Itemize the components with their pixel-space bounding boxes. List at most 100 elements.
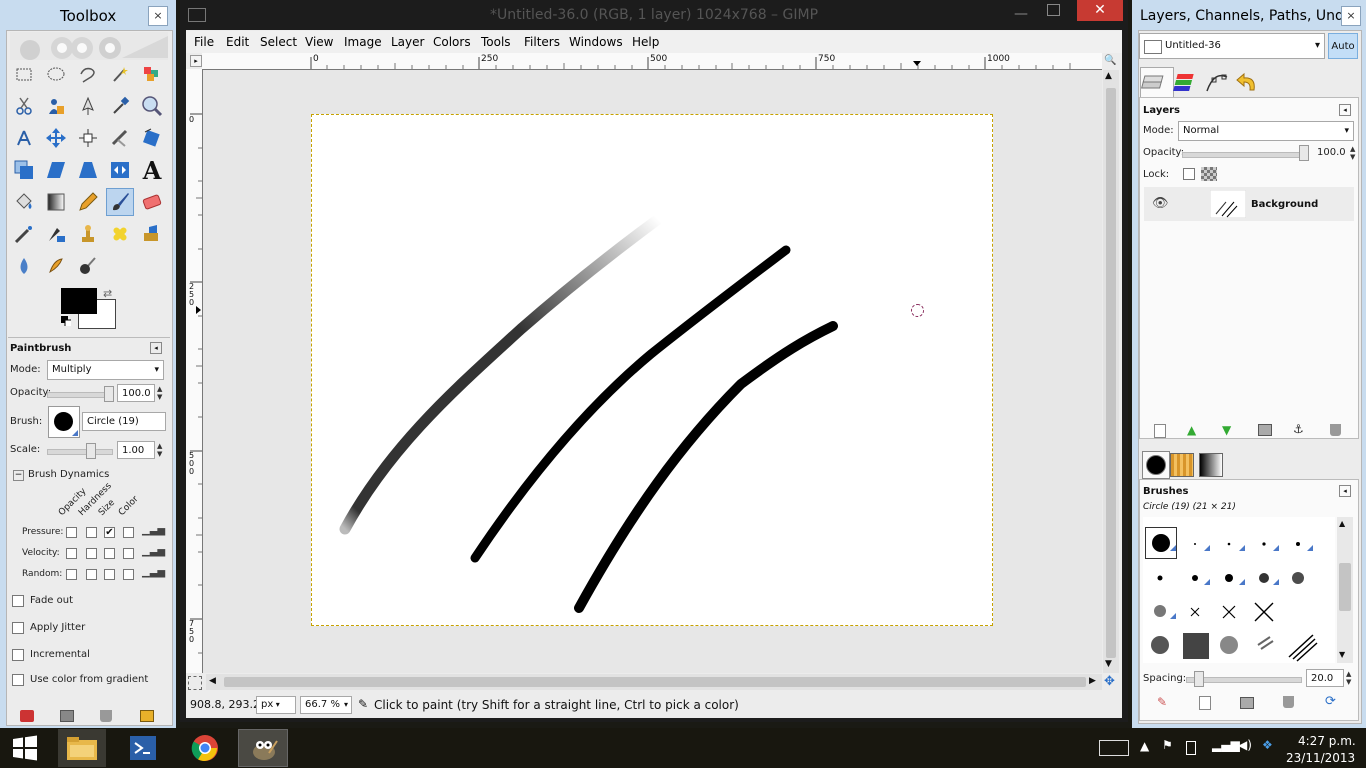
color-picker-tool-icon[interactable]: [106, 92, 134, 120]
scale-spin-icon[interactable]: ▲ ▼: [157, 442, 162, 458]
scissors-select-tool-icon[interactable]: [10, 92, 38, 120]
scale-slider-handle[interactable]: [86, 443, 96, 459]
pressure-curve-icon[interactable]: ▁▃▅: [142, 525, 165, 536]
random-size-checkbox[interactable]: [104, 569, 115, 580]
eye-visibility-icon[interactable]: 👁: [1152, 196, 1169, 211]
pressure-size-checkbox[interactable]: ✔: [104, 527, 115, 538]
menu-help[interactable]: Help: [632, 35, 659, 49]
select-by-color-tool-icon[interactable]: [138, 60, 166, 88]
scale-tool-icon[interactable]: [10, 156, 38, 184]
heal-tool-icon[interactable]: [106, 220, 134, 248]
refresh-brushes-icon[interactable]: ⟳: [1325, 694, 1336, 709]
layer-opacity-slider[interactable]: [1182, 152, 1308, 158]
save-options-icon[interactable]: [20, 710, 34, 722]
velocity-opacity-checkbox[interactable]: [66, 548, 77, 559]
raise-layer-icon[interactable]: ▲: [1187, 423, 1196, 437]
scroll-right-icon[interactable]: ▶: [1089, 676, 1096, 686]
align-tool-icon[interactable]: [74, 124, 102, 152]
delete-brush-icon[interactable]: [1283, 696, 1294, 708]
zoom-select[interactable]: 66.7 % ▾: [300, 696, 352, 714]
apply-jitter-checkbox[interactable]: [12, 622, 24, 634]
brushes-scroll-up-icon[interactable]: ▲: [1339, 519, 1345, 528]
move-tool-icon[interactable]: [42, 124, 70, 152]
pressure-color-checkbox[interactable]: [123, 527, 134, 538]
volume-icon[interactable]: ◀): [1238, 738, 1252, 752]
duplicate-brush-icon[interactable]: [1240, 697, 1254, 709]
zoom-tool-icon[interactable]: [138, 92, 166, 120]
bucket-fill-tool-icon[interactable]: [10, 188, 38, 216]
delete-layer-icon[interactable]: [1330, 424, 1341, 436]
fade-out-checkbox[interactable]: [12, 595, 24, 607]
tab-layers[interactable]: [1140, 67, 1174, 98]
zoom-follow-icon[interactable]: 🔍: [1104, 55, 1116, 66]
taskbar-powershell[interactable]: [124, 731, 160, 765]
menu-select[interactable]: Select: [260, 35, 297, 49]
image-window-close-button[interactable]: ✕: [1077, 0, 1123, 21]
new-brush-icon[interactable]: [1199, 696, 1211, 710]
menu-filters[interactable]: Filters: [524, 35, 560, 49]
menu-tools[interactable]: Tools: [481, 35, 511, 49]
anchor-layer-icon[interactable]: ⚓: [1293, 422, 1304, 436]
layers-configure-icon[interactable]: ◂: [1339, 104, 1351, 116]
dodge-burn-tool-icon[interactable]: [74, 252, 102, 280]
spacing-slider-handle[interactable]: [1194, 671, 1204, 687]
battery-icon[interactable]: [1186, 741, 1196, 755]
menu-windows[interactable]: Windows: [569, 35, 623, 49]
foreground-select-tool-icon[interactable]: [42, 92, 70, 120]
menu-layer[interactable]: Layer: [391, 35, 424, 49]
menu-file[interactable]: File: [194, 35, 214, 49]
perspective-clone-tool-icon[interactable]: [138, 220, 166, 248]
tab-patterns[interactable]: [1170, 453, 1194, 477]
velocity-size-checkbox[interactable]: [104, 548, 115, 559]
perspective-tool-icon[interactable]: [74, 156, 102, 184]
velocity-hardness-checkbox[interactable]: [86, 548, 97, 559]
taskbar-explorer[interactable]: [58, 729, 106, 767]
show-hidden-icons-icon[interactable]: ▲: [1140, 739, 1149, 753]
clone-tool-icon[interactable]: [74, 220, 102, 248]
random-color-checkbox[interactable]: [123, 569, 134, 580]
random-hardness-checkbox[interactable]: [86, 569, 97, 580]
unit-select[interactable]: px ▾: [256, 696, 296, 714]
maximize-icon[interactable]: [1047, 4, 1060, 16]
random-curve-icon[interactable]: ▁▃▅: [142, 567, 165, 578]
layer-opacity-value[interactable]: 100.0: [1317, 147, 1346, 158]
brush-grid[interactable]: [1143, 517, 1335, 663]
lower-layer-icon[interactable]: ▼: [1222, 423, 1231, 437]
opacity-input[interactable]: 100.0: [117, 384, 155, 402]
wifi-signal-icon[interactable]: ▂▄▆: [1212, 738, 1240, 752]
foreground-color-swatch[interactable]: [61, 288, 97, 314]
brushes-scroll-down-icon[interactable]: ▼: [1339, 650, 1345, 659]
spacing-spin-icon[interactable]: ▲ ▼: [1346, 670, 1351, 686]
smudge-tool-icon[interactable]: [42, 252, 70, 280]
ruler-corner-icon[interactable]: ▸: [190, 55, 202, 67]
airbrush-tool-icon[interactable]: [10, 220, 38, 248]
blend-tool-icon[interactable]: [42, 188, 70, 216]
vertical-scrollbar-thumb[interactable]: [1106, 88, 1116, 658]
clock-time[interactable]: 4:27 p.m.: [1298, 734, 1356, 748]
dock-close-button[interactable]: ×: [1341, 6, 1361, 26]
pencil-tool-icon[interactable]: [74, 188, 102, 216]
opacity-slider-handle[interactable]: [104, 386, 114, 402]
scroll-left-icon[interactable]: ◀: [209, 676, 216, 686]
brush-preview-button[interactable]: [48, 406, 80, 438]
quick-mask-icon[interactable]: [188, 676, 202, 690]
menu-view[interactable]: View: [305, 35, 333, 49]
restore-options-icon[interactable]: [60, 710, 74, 722]
scale-slider[interactable]: [47, 449, 113, 455]
tab-channels[interactable]: [1172, 69, 1202, 97]
touch-keyboard-icon[interactable]: [1099, 740, 1129, 756]
clock-date[interactable]: 23/11/2013: [1286, 751, 1355, 765]
paintbrush-tool-icon[interactable]: [106, 188, 134, 216]
shear-tool-icon[interactable]: [42, 156, 70, 184]
text-tool-icon[interactable]: A: [138, 156, 166, 185]
pressure-hardness-checkbox[interactable]: [86, 527, 97, 538]
gradient-color-checkbox[interactable]: [12, 674, 24, 686]
lock-alpha-checkbox[interactable]: [1201, 167, 1217, 181]
rotate-tool-icon[interactable]: [138, 124, 166, 152]
reset-options-icon[interactable]: [140, 710, 154, 722]
edit-brush-icon[interactable]: ✎: [1157, 695, 1167, 709]
eraser-tool-icon[interactable]: [138, 188, 166, 216]
brushes-configure-icon[interactable]: ◂: [1339, 485, 1351, 497]
velocity-curve-icon[interactable]: ▁▃▅: [142, 546, 165, 557]
pressure-opacity-checkbox[interactable]: [66, 527, 77, 538]
